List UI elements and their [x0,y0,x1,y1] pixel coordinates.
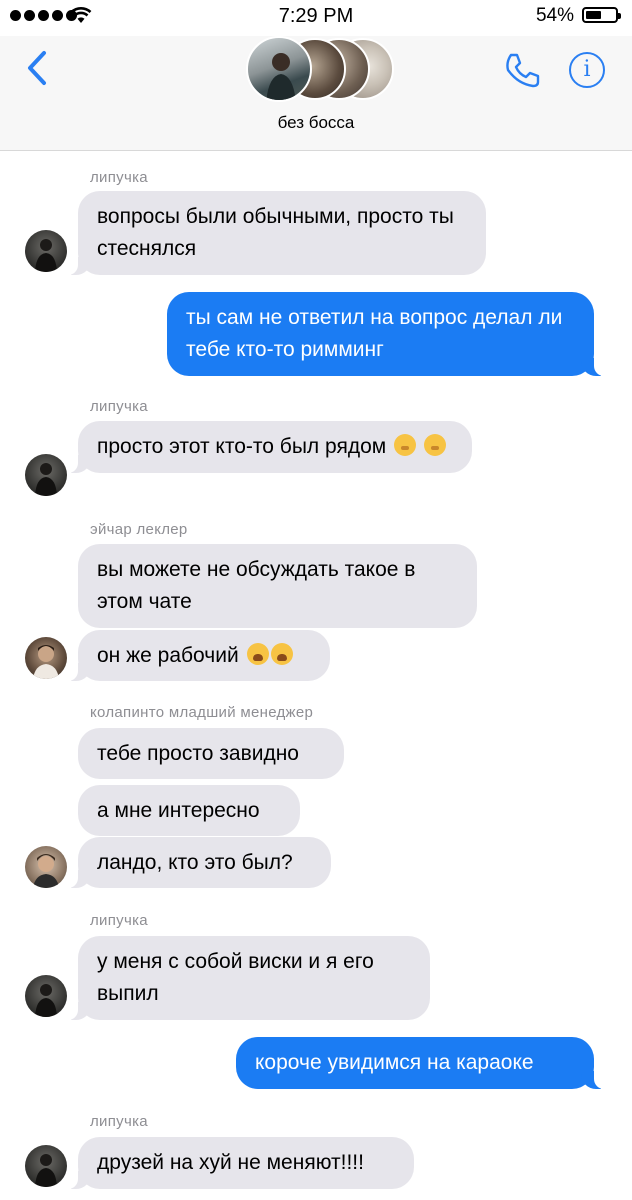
message-bubble-incoming[interactable]: тебе просто завидно [78,728,344,779]
avatar[interactable] [25,637,67,679]
group-member-avatar [246,36,312,102]
battery-level-fill [586,11,601,19]
message-text: тебе просто завидно [97,742,299,765]
message-text: ландо, кто это был? [97,851,293,874]
message-bubble-incoming[interactable]: просто этот кто-то был рядом [68,421,472,473]
group-name[interactable]: без босса [0,113,632,133]
avatar[interactable] [25,454,67,496]
person-silhouette-icon [33,854,59,888]
face-with-hand-over-mouth-icon [423,434,446,456]
info-icon[interactable]: i [569,52,605,88]
message-bubble-outgoing[interactable]: короче увидимся на караоке [236,1037,604,1089]
message-bubble-incoming[interactable]: он же рабочий [68,630,330,681]
message-bubble-incoming[interactable]: вопросы были обычными, просто ты стеснял… [68,191,486,275]
message-text: у меня с собой виски и я его выпил [97,950,374,1005]
sender-name: липучка [90,1113,148,1130]
message-text: друзей на хуй не меняют!!!! [97,1151,364,1174]
battery-icon [582,7,621,23]
avatar[interactable] [25,975,67,1017]
message-bubble-incoming[interactable]: друзей на хуй не меняют!!!! [68,1137,414,1189]
person-silhouette-icon [35,1154,57,1187]
message-thread[interactable]: липучка вопросы были обычными, просто ты… [0,151,632,1200]
weary-face-icon [270,643,293,665]
avatar[interactable] [25,846,67,888]
message-text: он же рабочий [97,643,293,667]
chevron-left-icon[interactable] [22,48,52,88]
message-text: просто этот кто-то был рядом [97,434,446,458]
avatar[interactable] [25,230,67,272]
message-bubble-incoming[interactable]: а мне интересно [78,785,300,836]
status-bar: 7:29 PM 54% [0,0,632,36]
sender-name: липучка [90,912,148,929]
message-text: короче увидимся на караоке [255,1051,534,1074]
message-text: вы можете не обсуждать такое в этом чате [97,558,416,613]
sender-name: липучка [90,169,148,186]
sender-name: колапинто младший менеджер [90,704,314,721]
face-with-hand-over-mouth-icon [394,434,417,456]
message-bubble-incoming[interactable]: ландо, кто это был? [68,837,331,888]
phone-icon[interactable] [502,50,542,90]
group-avatar-stack[interactable] [246,36,396,102]
sender-name: эйчар леклер [90,521,188,538]
person-silhouette-icon [35,239,57,272]
weary-face-icon [246,643,269,665]
person-silhouette-icon [35,984,57,1017]
conversation-header: без босса i [0,36,632,151]
sender-name: липучка [90,398,148,415]
message-bubble-incoming[interactable]: вы можете не обсуждать такое в этом чате [78,544,477,628]
message-text: ты сам не ответил на вопрос делал ли теб… [186,306,563,361]
battery-percent: 54% [535,5,574,26]
person-silhouette-icon [33,645,59,679]
message-text: вопросы были обычными, просто ты стеснял… [97,205,454,260]
person-silhouette-icon [35,463,57,496]
message-bubble-outgoing[interactable]: ты сам не ответил на вопрос делал ли теб… [167,292,604,376]
message-bubble-incoming[interactable]: у меня с собой виски и я его выпил [68,936,430,1020]
message-text: а мне интересно [97,799,260,822]
avatar[interactable] [25,1145,67,1187]
